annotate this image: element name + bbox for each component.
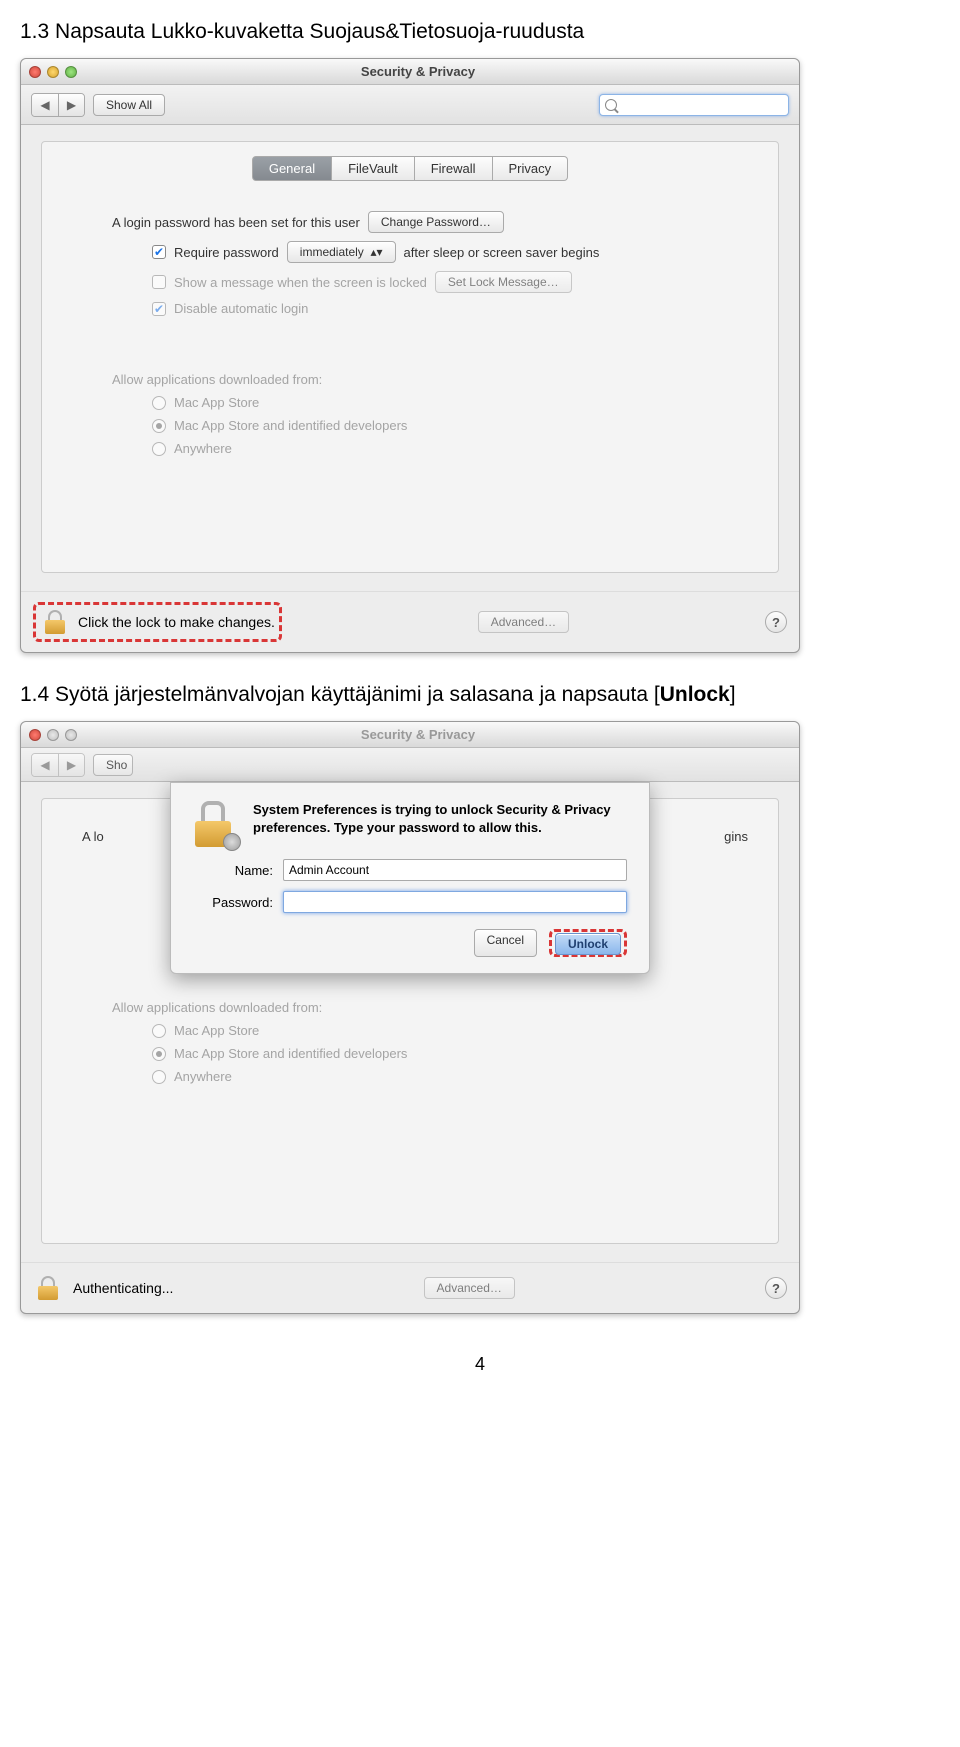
auth-dialog: System Preferences is trying to unlock S… xyxy=(170,782,650,974)
dialog-buttons: Cancel Unlock xyxy=(193,929,627,957)
radio-anywhere-row: Anywhere xyxy=(72,1069,748,1084)
footer: Authenticating... Advanced… ? xyxy=(21,1262,799,1313)
titlebar: Security & Privacy xyxy=(21,59,799,85)
show-message-checkbox xyxy=(152,275,166,289)
disable-auto-login-row: ✔ Disable automatic login xyxy=(72,301,748,316)
back-button[interactable]: ◀ xyxy=(32,94,58,116)
help-button[interactable]: ? xyxy=(765,1277,787,1299)
advanced-button: Advanced… xyxy=(424,1277,515,1299)
page-number: 4 xyxy=(20,1354,940,1375)
cancel-button[interactable]: Cancel xyxy=(474,929,537,957)
password-set-text: A login password has been set for this u… xyxy=(112,215,360,230)
name-row: Name: xyxy=(193,859,627,881)
radio-mac-app-store xyxy=(152,396,166,410)
lock-large-icon xyxy=(193,801,235,849)
nav-buttons: ◀ ▶ xyxy=(31,93,85,117)
require-password-delay-dropdown[interactable]: immediately ▴▾ xyxy=(287,241,396,263)
footer: Click the lock to make changes. Advanced… xyxy=(21,591,799,652)
require-password-row: ✔ Require password immediately ▴▾ after … xyxy=(72,241,748,263)
nav-buttons: ◀ ▶ xyxy=(31,753,85,777)
titlebar: Security & Privacy xyxy=(21,722,799,748)
allow-apps-heading: Allow applications downloaded from: xyxy=(72,372,748,387)
lock-icon[interactable] xyxy=(40,607,70,637)
content-area: General FileVault Firewall Privacy A log… xyxy=(21,125,799,591)
radio-anywhere-label: Anywhere xyxy=(174,441,232,456)
radio-anywhere xyxy=(152,442,166,456)
safe-dial-icon xyxy=(223,833,241,851)
search-icon xyxy=(605,99,617,111)
set-lock-message-button: Set Lock Message… xyxy=(435,271,572,293)
disable-auto-login-checkbox: ✔ xyxy=(152,302,166,316)
security-privacy-window-2: Security & Privacy ◀ ▶ Sho A lo gins All… xyxy=(20,721,800,1314)
radio-identified-devs-row: Mac App Store and identified developers xyxy=(72,1046,748,1061)
show-message-row: Show a message when the screen is locked… xyxy=(72,271,748,293)
show-all-button-truncated: Sho xyxy=(93,754,133,776)
change-password-button[interactable]: Change Password… xyxy=(368,211,504,233)
general-tab-body: A login password has been set for this u… xyxy=(42,195,778,572)
lock-icon[interactable] xyxy=(33,1273,63,1303)
window-title: Security & Privacy xyxy=(37,727,799,742)
tab-general[interactable]: General xyxy=(252,156,332,181)
disable-auto-login-text: Disable automatic login xyxy=(174,301,308,316)
tab-filevault[interactable]: FileVault xyxy=(332,156,415,181)
radio-identified-devs-row: Mac App Store and identified developers xyxy=(72,418,748,433)
name-field[interactable] xyxy=(283,859,627,881)
radio-mac-app-store-row: Mac App Store xyxy=(72,395,748,410)
show-all-button[interactable]: Show All xyxy=(93,94,165,116)
radio-mac-app-store xyxy=(152,1024,166,1038)
radio-identified-devs xyxy=(152,1047,166,1061)
lock-highlight: Click the lock to make changes. xyxy=(33,602,282,642)
show-message-text: Show a message when the screen is locked xyxy=(174,275,427,290)
tab-firewall[interactable]: Firewall xyxy=(415,156,493,181)
radio-mac-app-store-label: Mac App Store xyxy=(174,395,259,410)
radio-mac-app-store-row: Mac App Store xyxy=(72,1023,748,1038)
section-1-4-heading: 1.4 Syötä järjestelmänvalvojan käyttäjän… xyxy=(20,683,940,707)
radio-mac-app-store-label: Mac App Store xyxy=(174,1023,259,1038)
password-set-row: A login password has been set for this u… xyxy=(72,211,748,233)
radio-identified-devs-label: Mac App Store and identified developers xyxy=(174,1046,407,1061)
radio-anywhere xyxy=(152,1070,166,1084)
password-field[interactable] xyxy=(283,891,627,913)
radio-identified-devs xyxy=(152,419,166,433)
require-password-prefix: Require password xyxy=(174,245,279,260)
forward-button: ▶ xyxy=(58,754,84,776)
password-label: Password: xyxy=(193,895,273,910)
lock-hint-text: Click the lock to make changes. xyxy=(78,614,275,630)
help-button[interactable]: ? xyxy=(765,611,787,633)
window-title: Security & Privacy xyxy=(37,64,799,79)
inner-panel: General FileVault Firewall Privacy A log… xyxy=(41,141,779,573)
require-password-checkbox[interactable]: ✔ xyxy=(152,245,166,259)
back-button: ◀ xyxy=(32,754,58,776)
password-row: Password: xyxy=(193,891,627,913)
toolbar: ◀ ▶ Sho xyxy=(21,748,799,782)
radio-anywhere-row: Anywhere xyxy=(72,441,748,456)
allow-apps-heading: Allow applications downloaded from: xyxy=(72,1000,748,1015)
toolbar: ◀ ▶ Show All xyxy=(21,85,799,125)
unlock-button[interactable]: Unlock xyxy=(555,933,621,955)
section-1-3-heading: 1.3 Napsauta Lukko-kuvaketta Suojaus&Tie… xyxy=(20,20,940,44)
forward-button[interactable]: ▶ xyxy=(58,94,84,116)
security-privacy-window-1: Security & Privacy ◀ ▶ Show All General … xyxy=(20,58,800,653)
tab-privacy[interactable]: Privacy xyxy=(493,156,569,181)
radio-identified-devs-label: Mac App Store and identified developers xyxy=(174,418,407,433)
advanced-button: Advanced… xyxy=(478,611,569,633)
unlock-highlight: Unlock xyxy=(549,929,627,957)
name-label: Name: xyxy=(193,863,273,878)
dialog-message: System Preferences is trying to unlock S… xyxy=(253,801,627,849)
dialog-top: System Preferences is trying to unlock S… xyxy=(193,801,627,849)
require-password-suffix: after sleep or screen saver begins xyxy=(404,245,600,260)
radio-anywhere-label: Anywhere xyxy=(174,1069,232,1084)
tabs: General FileVault Firewall Privacy xyxy=(42,156,778,181)
partial-gins: gins xyxy=(724,829,748,844)
search-input[interactable] xyxy=(599,94,789,116)
authenticating-text: Authenticating... xyxy=(73,1280,173,1296)
